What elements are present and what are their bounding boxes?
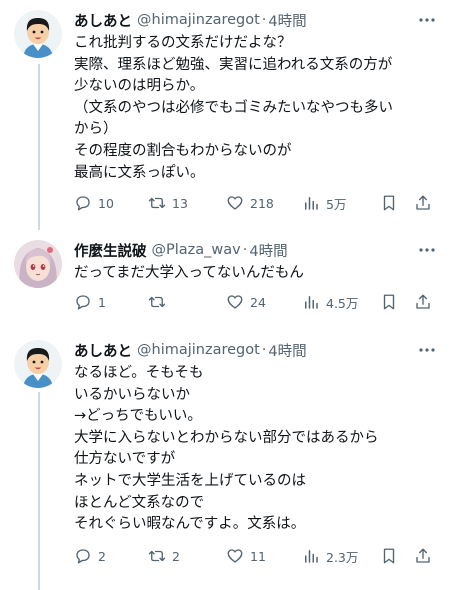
views-button[interactable]: 4.5万 xyxy=(302,292,358,312)
tweet-text-line: これ批判するの文系だけだよな？ xyxy=(74,35,292,51)
share-icon xyxy=(416,294,430,309)
author-name[interactable]: あしあと xyxy=(74,10,132,31)
like-button[interactable]: 11 xyxy=(226,546,266,566)
views-button[interactable]: 5万 xyxy=(302,193,346,213)
tweet-text: なるほど。そもそも いるかいらないか →どっちでもいい。 大学に入らないとわから… xyxy=(74,363,440,536)
tweet-text-line: 仕方ないですが xyxy=(74,451,176,468)
more-icon[interactable] xyxy=(418,342,436,358)
like-button[interactable]: 218 xyxy=(226,193,274,213)
author-name[interactable]: あしあと xyxy=(74,340,132,361)
retweet-button[interactable]: 13 xyxy=(148,193,188,213)
tweet-text-line: ネットで大学生活を上げているのは xyxy=(74,472,306,489)
tweet-text-line: →どっちでもいい。 xyxy=(74,408,202,425)
more-icon[interactable] xyxy=(418,12,436,28)
tweet-text-line: から） xyxy=(74,121,118,138)
share-button[interactable] xyxy=(414,546,432,566)
author-name[interactable]: 作麼生説破 xyxy=(74,240,147,261)
avatar[interactable] xyxy=(14,340,62,388)
like-icon xyxy=(227,196,243,210)
timestamp[interactable]: 4時間 xyxy=(268,10,306,31)
tweet-text-line: その程度の割合もわからないのが xyxy=(74,142,292,159)
tweet-text-line: ほとんど文系なので xyxy=(74,494,205,511)
bookmark-icon xyxy=(383,294,395,310)
share-button[interactable] xyxy=(414,292,432,312)
author-handle[interactable]: @Plaza_wav xyxy=(152,242,241,258)
tweet-text-line: いるかいらないか xyxy=(74,386,190,403)
separator-dot: · xyxy=(261,342,267,358)
views-count: 5万 xyxy=(326,196,347,212)
tweet-text-line: 実際、理系ほど勉強、実習に追われる文系の方が xyxy=(74,56,393,73)
share-icon xyxy=(416,195,430,210)
tweet-text: だってまだ大学入ってないんだもん xyxy=(74,263,440,285)
separator-dot: · xyxy=(242,242,248,258)
bookmark-button[interactable] xyxy=(380,292,398,312)
retweet-count: 13 xyxy=(172,195,188,211)
tweet-text: これ批判するの文系だけだよな？ 実際、理系ほど勉強、実習に追われる文系の方が 少… xyxy=(74,33,440,184)
views-icon xyxy=(305,296,318,309)
like-count: 218 xyxy=(250,195,274,211)
like-icon xyxy=(227,549,243,563)
reply-button[interactable]: 1 xyxy=(74,292,106,312)
retweet-icon xyxy=(148,550,166,562)
tweet-header: 作麼生説破 @Plaza_wav · 4時間 xyxy=(74,240,440,260)
reply-button[interactable]: 10 xyxy=(74,193,114,213)
action-bar: 2 2 11 2.3万 xyxy=(74,546,442,566)
tweet[interactable]: あしあと @himajinzaregot · 4時間 これ批判するの文系だけだよ… xyxy=(0,0,450,228)
reply-count: 10 xyxy=(98,195,114,211)
tweet-text-line: 大学に入らないとわからない部分ではあるから xyxy=(74,429,379,446)
tweet-text-line: 最高に文系っぽい。 xyxy=(74,164,205,181)
retweet-icon xyxy=(148,296,166,308)
bookmark-icon xyxy=(383,548,395,564)
views-count: 2.3万 xyxy=(326,549,359,565)
bookmark-button[interactable] xyxy=(380,546,398,566)
reply-count: 2 xyxy=(98,548,106,564)
timestamp[interactable]: 4時間 xyxy=(249,240,287,261)
tweet-text-line: （文系のやつは必修でもゴミみたいなやつも多い xyxy=(74,99,393,116)
share-button[interactable] xyxy=(414,193,432,213)
action-bar: 10 13 218 5万 xyxy=(74,193,442,213)
action-bar: 1 24 4.5万 xyxy=(74,292,442,312)
retweet-count: 2 xyxy=(172,548,180,564)
tweet-header: あしあと @himajinzaregot · 4時間 xyxy=(74,340,440,360)
separator-dot: · xyxy=(261,12,267,28)
author-handle[interactable]: @himajinzaregot xyxy=(137,12,260,28)
timestamp[interactable]: 4時間 xyxy=(268,340,306,361)
views-button[interactable]: 2.3万 xyxy=(302,546,358,566)
retweet-button[interactable] xyxy=(148,292,172,312)
avatar[interactable] xyxy=(14,240,62,288)
reply-count: 1 xyxy=(98,294,106,310)
tweet-text-line: それぐらい暇なんですよ。文系は。 xyxy=(74,516,306,533)
reply-icon xyxy=(76,549,90,564)
like-icon xyxy=(227,295,243,309)
like-button[interactable]: 24 xyxy=(226,292,266,312)
reply-button[interactable]: 2 xyxy=(74,546,106,566)
reply-icon xyxy=(76,196,90,211)
retweet-button[interactable]: 2 xyxy=(148,546,180,566)
views-icon xyxy=(305,550,318,563)
bookmark-icon xyxy=(383,195,395,211)
tweet-header: あしあと @himajinzaregot · 4時間 xyxy=(74,10,440,30)
more-icon[interactable] xyxy=(418,242,436,258)
bookmark-button[interactable] xyxy=(380,193,398,213)
views-count: 4.5万 xyxy=(326,295,359,311)
tweet[interactable]: あしあと @himajinzaregot · 4時間 なるほど。そもそも いるか… xyxy=(0,330,450,590)
tweet[interactable]: 作麼生説破 @Plaza_wav · 4時間 だってまだ大学入ってないんだもん … xyxy=(0,228,450,330)
reply-icon xyxy=(76,295,90,310)
avatar[interactable] xyxy=(14,10,62,58)
like-count: 11 xyxy=(250,548,266,564)
retweet-icon xyxy=(148,197,166,209)
tweet-text-line: だってまだ大学入ってないんだもん xyxy=(74,265,304,281)
like-count: 24 xyxy=(250,294,266,310)
share-icon xyxy=(416,548,430,563)
author-handle[interactable]: @himajinzaregot xyxy=(137,342,260,358)
tweet-text-line: なるほど。そもそも xyxy=(74,365,204,381)
views-icon xyxy=(305,197,318,210)
tweet-text-line: 少ないのは明らか。 xyxy=(74,78,205,95)
